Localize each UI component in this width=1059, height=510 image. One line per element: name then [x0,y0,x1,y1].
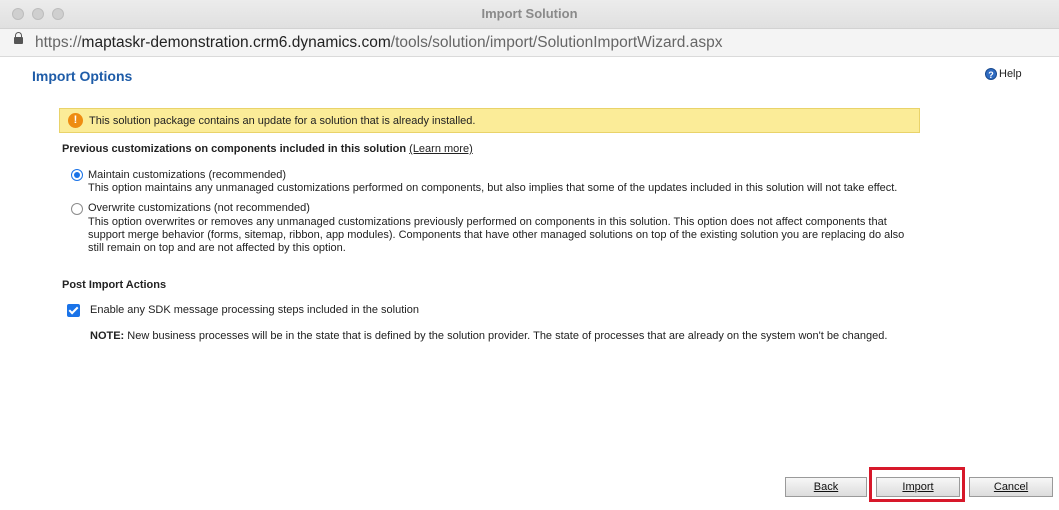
learn-more-link[interactable]: (Learn more) [409,143,473,155]
warning-banner: ! This solution package contains an upda… [59,108,920,133]
maintain-customizations-description: This option maintains any unmanaged cust… [88,182,898,194]
url-path: /tools/solution/import/SolutionImportWiz… [390,34,723,51]
lock-icon [14,32,23,44]
warning-text: This solution package contains an update… [89,115,476,127]
help-label: Help [999,68,1022,80]
window-titlebar: Import Solution [0,0,1059,29]
note-label: NOTE: [90,330,125,342]
cancel-button[interactable]: Cancel [969,477,1053,497]
post-import-note: NOTE: New business processes will be in … [90,330,887,342]
back-button[interactable]: Back [785,477,867,497]
window-title: Import Solution [481,6,578,21]
maintain-customizations-radio[interactable] [71,169,83,181]
import-options-panel: Import Options ? Help ! This solution pa… [0,57,1059,510]
url-host: maptaskr-demonstration.crm6.dynamics.com [81,34,391,51]
url-prefix: https:// [35,34,82,51]
customizations-section-title: Previous customizations on components in… [62,143,473,155]
overwrite-customizations-radio[interactable] [71,203,83,215]
overwrite-customizations-description: This option overwrites or removes any un… [88,216,905,254]
import-button-highlight [869,467,965,502]
help-link[interactable]: ? Help [985,68,1022,80]
enable-sdk-steps-label: Enable any SDK message processing steps … [90,304,419,316]
url-text[interactable]: https://maptaskr-demonstration.crm6.dyna… [35,34,722,52]
overwrite-customizations-label: Overwrite customizations (not recommende… [88,202,310,214]
exclamation-icon: ! [68,113,83,128]
maintain-customizations-label: Maintain customizations (recommended) [88,169,287,181]
question-circle-icon: ? [985,68,997,80]
address-bar[interactable]: https://maptaskr-demonstration.crm6.dyna… [0,29,1059,57]
enable-sdk-steps-checkbox[interactable] [67,304,80,317]
customizations-title: Previous customizations on components in… [62,143,407,155]
note-text: New business processes will be in the st… [127,330,888,342]
post-import-title: Post Import Actions [62,279,167,291]
page-title: Import Options [32,68,133,84]
